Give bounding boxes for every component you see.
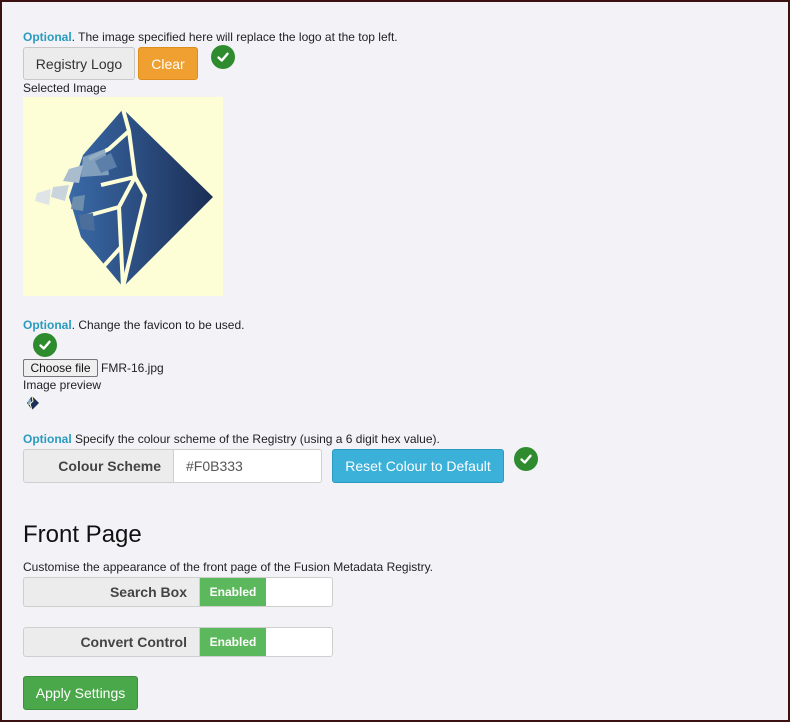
selected-logo-image [23,97,223,296]
favicon-check-icon [33,333,57,357]
colour-hint-text: Specify the colour scheme of the Registr… [71,432,440,446]
settings-panel: Optional. The image specified here will … [0,0,790,722]
selected-image-label: Selected Image [23,81,107,95]
colour-scheme-input[interactable]: #F0B333 [173,449,322,483]
convert-control-toggle-state: Enabled [200,628,266,656]
colour-hint: Optional Specify the colour scheme of th… [23,432,440,446]
search-box-toggle-state: Enabled [200,578,266,606]
convert-control-label: Convert Control [23,627,200,657]
logo-check-icon [211,45,235,69]
front-page-heading: Front Page [23,521,142,548]
logo-hint: Optional. The image specified here will … [23,30,398,44]
logo-hint-text: . The image specified here will replace … [71,30,398,44]
clear-logo-button[interactable]: Clear [138,47,198,80]
convert-control-toggle[interactable]: Enabled [199,627,333,657]
favicon-preview-image [24,395,40,411]
logo-optional-label: Optional [23,30,72,44]
search-box-toggle[interactable]: Enabled [199,577,333,607]
apply-settings-button[interactable]: Apply Settings [23,676,138,710]
favicon-hint: Optional. Change the favicon to be used. [23,318,244,332]
registry-logo-button[interactable]: Registry Logo [23,47,135,80]
colour-check-icon [514,447,538,471]
colour-optional-label: Optional [23,432,72,446]
front-page-description: Customise the appearance of the front pa… [23,560,434,574]
registry-logo-icon [35,108,213,288]
colour-scheme-label: Colour Scheme [23,449,174,483]
favicon-hint-text: . Change the favicon to be used. [71,318,245,332]
choose-file-button[interactable]: Choose file [23,359,98,377]
search-box-label: Search Box [23,577,200,607]
favicon-optional-label: Optional [23,318,72,332]
chosen-file-name: FMR-16.jpg [101,361,164,375]
reset-colour-button[interactable]: Reset Colour to Default [332,449,504,483]
image-preview-label: Image preview [23,378,102,392]
